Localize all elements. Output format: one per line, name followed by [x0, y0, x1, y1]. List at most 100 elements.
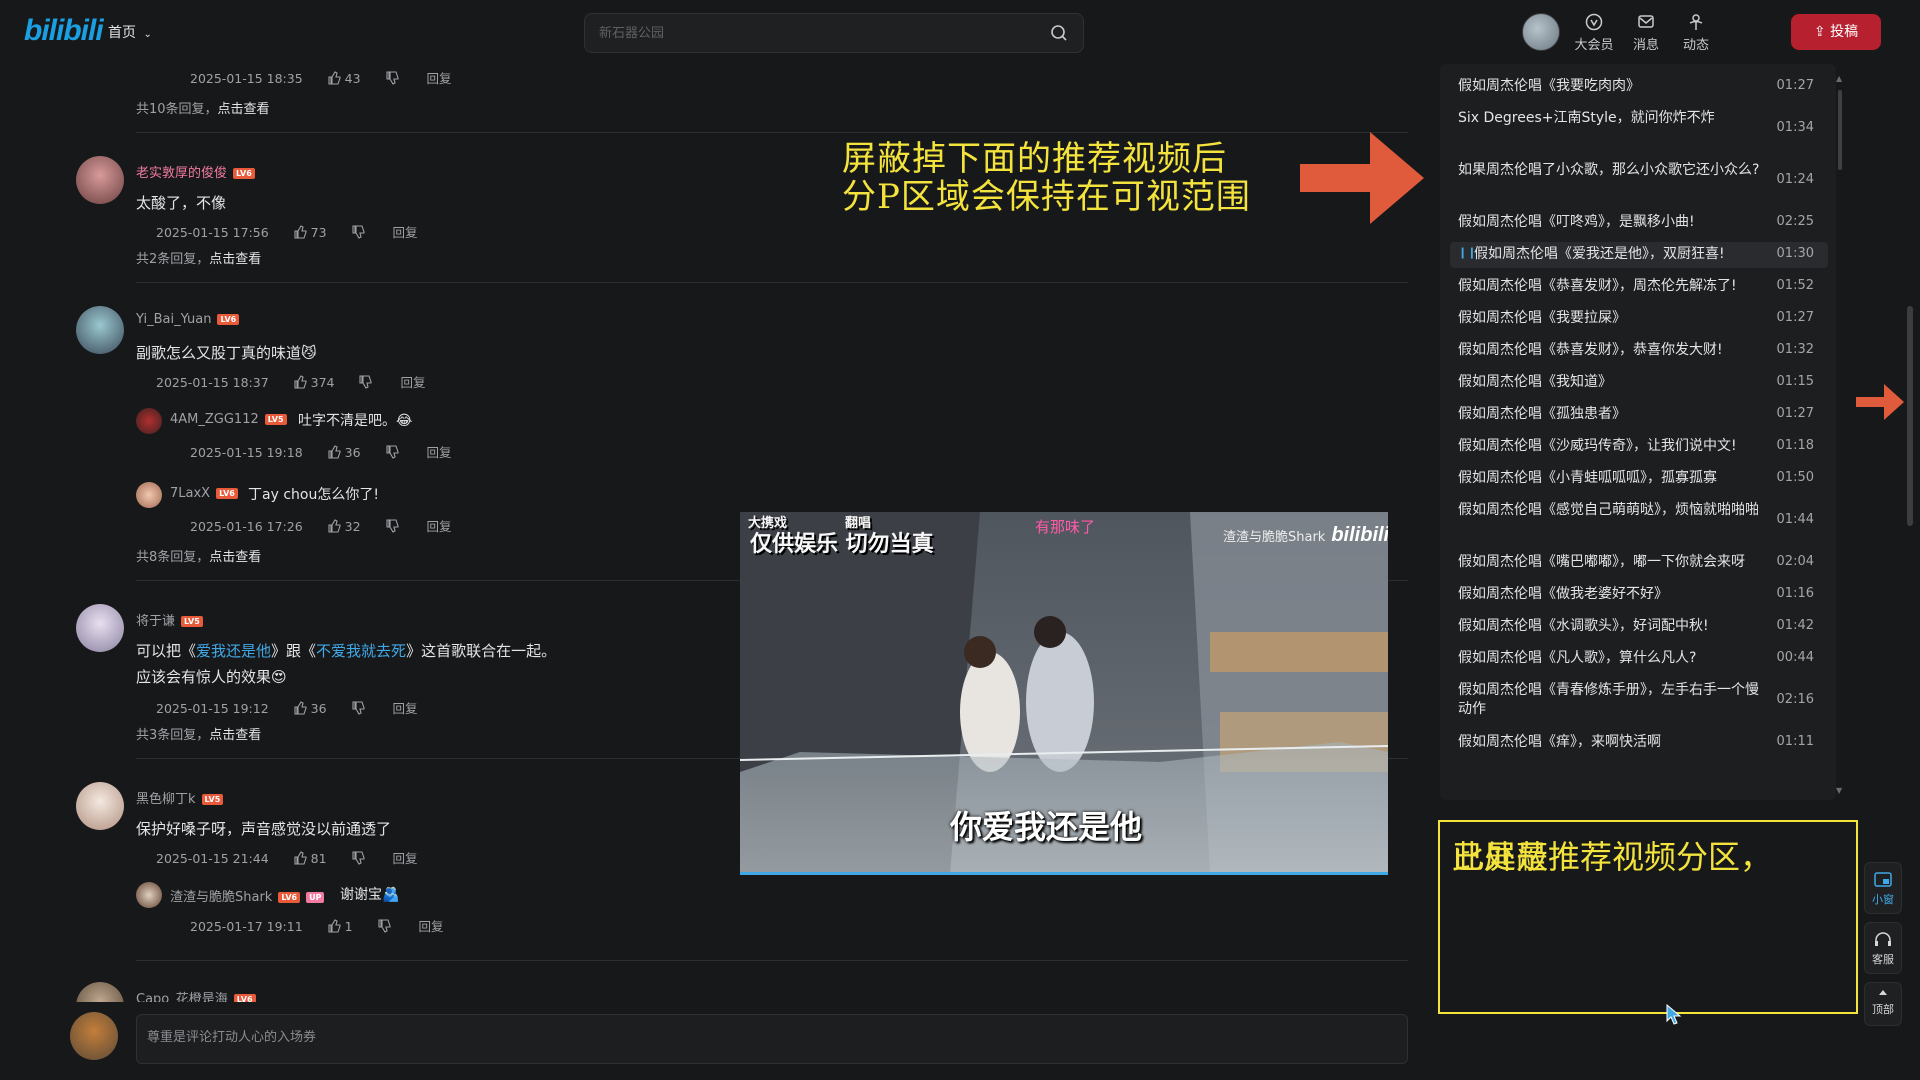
like-button[interactable]: 81: [293, 851, 327, 866]
scroll-down-icon[interactable]: ▼: [1836, 786, 1842, 795]
reply-button[interactable]: 回复: [427, 71, 452, 86]
view-replies-link[interactable]: 点击查看: [209, 728, 261, 743]
dislike-button[interactable]: [377, 919, 395, 934]
dislike-button[interactable]: [385, 71, 403, 86]
reply-username[interactable]: 7LaxX LV6: [170, 486, 238, 501]
episode-item[interactable]: 假如周杰伦唱《恭喜发财》，恭喜你发大财! 01:32: [1458, 338, 1828, 364]
more-replies[interactable]: 共8条回复，点击查看: [136, 546, 261, 565]
reply-button[interactable]: 回复: [427, 445, 452, 460]
comment-avatar[interactable]: [76, 156, 124, 204]
episode-duration: 01:30: [1776, 246, 1814, 261]
episode-item[interactable]: Six Degrees+江南Style，就问你炸不炸 01:34: [1458, 106, 1828, 150]
comment-username[interactable]: 黑色柳丁k LV5: [136, 788, 224, 807]
divider: [136, 132, 1408, 133]
like-button[interactable]: 73: [293, 225, 327, 240]
mini-window-button[interactable]: 小窗: [1864, 862, 1902, 914]
episode-duration: 00:44: [1776, 650, 1814, 665]
more-replies[interactable]: 共3条回复，点击查看: [136, 724, 261, 743]
episode-item[interactable]: 假如周杰伦唱《恭喜发财》，周杰伦先解冻了! 01:52: [1458, 274, 1828, 300]
view-replies-link[interactable]: 点击查看: [218, 102, 270, 117]
reply-avatar[interactable]: [136, 882, 162, 908]
dislike-button[interactable]: [385, 445, 403, 460]
episode-item[interactable]: 假如周杰伦唱《嘴巴嘟嘟》，嘟一下你就会来呀 02:04: [1458, 550, 1828, 576]
episode-item[interactable]: 假如周杰伦唱《凡人歌》，算什么凡人? 00:44: [1458, 646, 1828, 672]
more-replies-count: 共8条回复，: [136, 550, 210, 565]
reply-avatar[interactable]: [136, 482, 162, 508]
episode-item[interactable]: ❙❙ 假如周杰伦唱《爱我还是他》，双厨狂喜! 01:30: [1450, 242, 1828, 268]
reply-username[interactable]: 渣渣与脆脆Shark LV6 UP: [170, 886, 325, 905]
like-button[interactable]: 36: [293, 701, 327, 716]
episode-item[interactable]: 假如周杰伦唱《我要拉屎》 01:27: [1458, 306, 1828, 332]
reply-username[interactable]: 4AM_ZGG112 LV5: [170, 412, 287, 427]
back-to-top-button[interactable]: 顶部: [1864, 982, 1902, 1026]
customer-service-button[interactable]: 客服: [1864, 922, 1902, 974]
song-link[interactable]: 不爱我就去死: [316, 642, 406, 660]
reply-text: 吐字不清是吧。😂: [298, 413, 413, 429]
mini-video-player[interactable]: 大携戏 翻唱 仅供娱乐 切勿当真 有那味了 渣渣与脆脆Shark bilibili …: [740, 512, 1388, 874]
comment-avatar[interactable]: [76, 306, 124, 354]
episode-item[interactable]: 假如周杰伦唱《水调歌头》，好词配中秋! 01:42: [1458, 614, 1828, 640]
more-replies[interactable]: 共10条回复，点击查看: [136, 98, 270, 117]
episode-item[interactable]: 假如周杰伦唱《我知道》 01:15: [1458, 370, 1828, 396]
episode-item[interactable]: 假如周杰伦唱《青春修炼手册》，左手右手一个慢动作 02:16: [1458, 678, 1828, 722]
episode-list-scrollbar[interactable]: [1838, 90, 1842, 170]
view-replies-link[interactable]: 点击查看: [209, 550, 261, 565]
episode-duration: 01:15: [1776, 374, 1814, 389]
dislike-button[interactable]: [351, 225, 369, 240]
user-avatar[interactable]: [1522, 13, 1560, 51]
episode-item[interactable]: 假如周杰伦唱《我要吃肉肉》 01:27: [1458, 74, 1828, 100]
episode-item[interactable]: 假如周杰伦唱《孤独患者》 01:27: [1458, 402, 1828, 428]
username-text: 7LaxX: [170, 486, 211, 501]
episode-duration: 01:11: [1776, 734, 1814, 749]
upload-button[interactable]: ⇪ 投稿: [1791, 14, 1881, 50]
nav-feed[interactable]: 动态: [1676, 12, 1716, 53]
page-scrollbar[interactable]: [1907, 306, 1913, 526]
reply-button[interactable]: 回复: [419, 919, 444, 934]
video-progress-bar[interactable]: [740, 872, 1388, 875]
nav-message[interactable]: 消息: [1626, 12, 1666, 53]
comment-username[interactable]: 将于谦 LV5: [136, 610, 203, 629]
dislike-button[interactable]: [351, 701, 369, 716]
comment-input[interactable]: [147, 1030, 1047, 1045]
episode-item[interactable]: 如果周杰伦唱了小众歌，那么小众歌它还小众么? 01:24: [1458, 158, 1828, 202]
song-link[interactable]: 爱我还是他: [196, 642, 271, 660]
more-replies[interactable]: 共2条回复，点击查看: [136, 248, 261, 267]
comment-username[interactable]: 老实敦厚的俊俊 LV6: [136, 162, 255, 181]
comment-avatar[interactable]: [76, 782, 124, 830]
episode-item[interactable]: 假如周杰伦唱《沙威玛传奇》，让我们说中文! 01:18: [1458, 434, 1828, 460]
like-button[interactable]: 43: [327, 71, 361, 86]
reply-button[interactable]: 回复: [427, 519, 452, 534]
home-nav[interactable]: 首页 ⌄: [108, 22, 152, 42]
dislike-button[interactable]: [358, 375, 376, 390]
dislike-button[interactable]: [385, 519, 403, 534]
like-button[interactable]: 32: [327, 519, 361, 534]
my-avatar[interactable]: [70, 1012, 118, 1060]
nav-vip[interactable]: 大会员: [1574, 12, 1614, 53]
reply-button[interactable]: 回复: [393, 851, 418, 866]
like-button[interactable]: 1: [327, 919, 353, 934]
dislike-button[interactable]: [351, 851, 369, 866]
episode-item[interactable]: 假如周杰伦唱《痒》，来啊快活啊 01:11: [1458, 730, 1828, 756]
annotation-line: 屏蔽掉下面的推荐视频后: [842, 139, 1227, 179]
search-icon[interactable]: [1049, 23, 1069, 43]
episode-item[interactable]: 假如周杰伦唱《做我老婆好不好》 01:16: [1458, 582, 1828, 608]
reply-button[interactable]: 回复: [393, 701, 418, 716]
episode-item[interactable]: 假如周杰伦唱《叮咚鸡》，是飘移小曲! 02:25: [1458, 210, 1828, 236]
scroll-up-icon[interactable]: ▲: [1836, 74, 1842, 83]
view-replies-link[interactable]: 点击查看: [209, 252, 261, 267]
thumb-up-icon: [294, 851, 307, 865]
reply-avatar[interactable]: [136, 408, 162, 434]
like-button[interactable]: 374: [293, 375, 334, 390]
bilibili-logo[interactable]: bilibili: [24, 14, 104, 48]
comment-meta: 2025-01-15 19:12 36 回复: [156, 698, 438, 717]
episode-item[interactable]: 假如周杰伦唱《感觉自己萌萌哒》，烦恼就啪啪啪 01:44: [1458, 498, 1828, 542]
reply-button[interactable]: 回复: [393, 225, 418, 240]
comment-username[interactable]: Yi_Bai_Yuan LV6: [136, 312, 240, 327]
thumb-up-icon: [294, 375, 307, 389]
search-input[interactable]: [599, 23, 1019, 43]
reply-button[interactable]: 回复: [400, 375, 425, 390]
episode-item[interactable]: 假如周杰伦唱《小青蛙呱呱呱》，孤寡孤寡 01:50: [1458, 466, 1828, 492]
comment-avatar[interactable]: [76, 604, 124, 652]
like-button[interactable]: 36: [327, 445, 361, 460]
like-count: 1: [344, 919, 353, 934]
